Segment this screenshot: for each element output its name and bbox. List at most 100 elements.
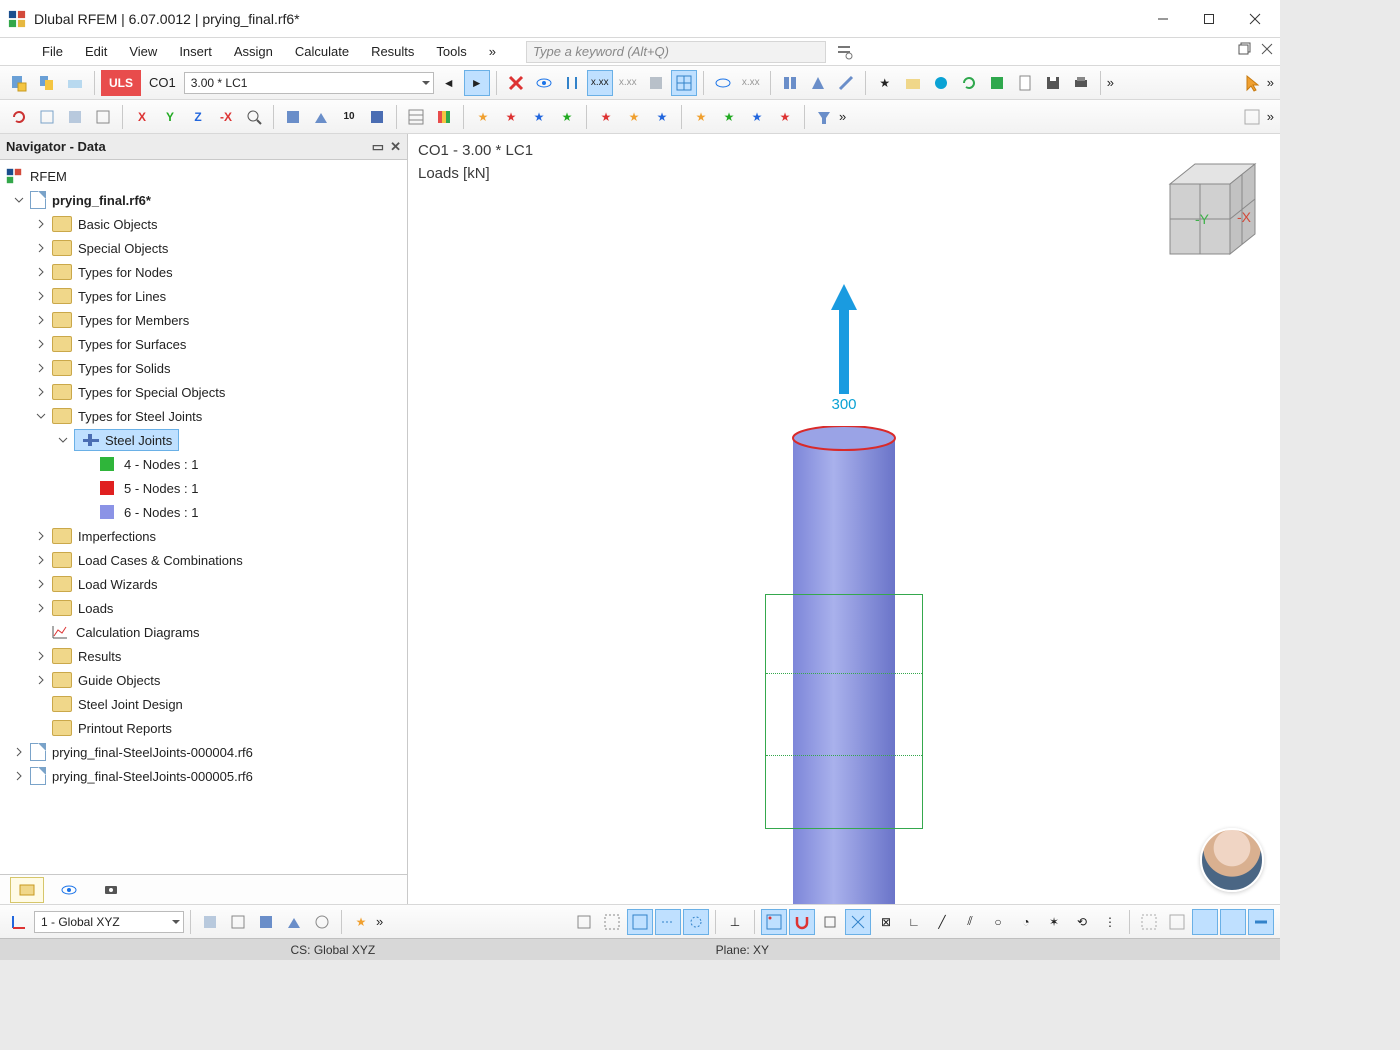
tool-support-button[interactable]: [805, 70, 831, 96]
tb2-section-button[interactable]: [364, 104, 390, 130]
chevron-right-icon[interactable]: [32, 551, 50, 569]
tree-item[interactable]: Imperfections: [2, 524, 405, 548]
tb2-number-button[interactable]: 10: [336, 104, 362, 130]
tool-delete-button[interactable]: [503, 70, 529, 96]
navigator-close-button[interactable]: ✕: [390, 139, 401, 155]
bb-snap-2[interactable]: [599, 909, 625, 935]
tool-folder-button[interactable]: [900, 70, 926, 96]
tree-item[interactable]: Load Cases & Combinations: [2, 548, 405, 572]
tree-item[interactable]: Loads: [2, 596, 405, 620]
tb2-star-b[interactable]: ★: [498, 104, 524, 130]
nav-tab-display[interactable]: [52, 877, 86, 903]
tool-load-value-button[interactable]: x.xx: [587, 70, 613, 96]
bb-opt-5[interactable]: [1248, 909, 1274, 935]
tb2-refresh-button[interactable]: [6, 104, 32, 130]
tool-grid-button[interactable]: [671, 70, 697, 96]
tb2-axis-z-button[interactable]: Z: [185, 104, 211, 130]
tool-val3-button[interactable]: x.xx: [738, 70, 764, 96]
tool-box-button[interactable]: [643, 70, 669, 96]
bb-snap-perp[interactable]: ⊥: [722, 909, 748, 935]
load-combo-selector[interactable]: 3.00 * LC1: [184, 72, 434, 94]
tb2-contour-button[interactable]: [431, 104, 457, 130]
menu-file[interactable]: File: [32, 40, 73, 63]
nav-tab-views[interactable]: [94, 877, 128, 903]
tb2-star-j[interactable]: ★: [744, 104, 770, 130]
minimize-button[interactable]: [1140, 0, 1186, 38]
tool-print-button[interactable]: [1068, 70, 1094, 96]
bb-snap-rect[interactable]: [817, 909, 843, 935]
toolbar-overflow-1b[interactable]: »: [1267, 75, 1274, 90]
menu-calculate[interactable]: Calculate: [285, 40, 359, 63]
search-settings-icon[interactable]: [836, 43, 854, 61]
close-button[interactable]: [1232, 0, 1278, 38]
bb-snap-int[interactable]: ✶: [1041, 909, 1067, 935]
chevron-right-icon[interactable]: [32, 575, 50, 593]
bb-btn-5[interactable]: [309, 909, 335, 935]
chevron-right-icon[interactable]: [32, 527, 50, 545]
menu-results[interactable]: Results: [361, 40, 424, 63]
tree-item[interactable]: Types for Lines: [2, 284, 405, 308]
tb2-filter-button[interactable]: [811, 104, 837, 130]
tree-item[interactable]: Types for Members: [2, 308, 405, 332]
tb2-cube2-button[interactable]: [62, 104, 88, 130]
chevron-right-icon[interactable]: [32, 311, 50, 329]
tool-refresh-button[interactable]: [956, 70, 982, 96]
tool-save-button[interactable]: [1040, 70, 1066, 96]
tree-steel-joints[interactable]: Steel Joints: [2, 428, 405, 452]
menu-assign[interactable]: Assign: [224, 40, 283, 63]
tree-submodel[interactable]: prying_final-SteelJoints-000004.rf6: [2, 740, 405, 764]
bb-snap-cross[interactable]: [845, 909, 871, 935]
chevron-right-icon[interactable]: [32, 287, 50, 305]
menu-edit[interactable]: Edit: [75, 40, 117, 63]
tb2-star-a[interactable]: ★: [470, 104, 496, 130]
tree-item[interactable]: Types for Surfaces: [2, 332, 405, 356]
tree-item[interactable]: Types for Solids: [2, 356, 405, 380]
nav-tab-data[interactable]: [10, 877, 44, 903]
bb-snap-circle[interactable]: ○: [985, 909, 1011, 935]
coord-system-selector[interactable]: 1 - Global XYZ: [34, 911, 184, 933]
tb2-cube3-button[interactable]: [90, 104, 116, 130]
tb2-axis-x-button[interactable]: X: [129, 104, 155, 130]
tb2-star-k[interactable]: ★: [772, 104, 798, 130]
tb2-star-g[interactable]: ★: [649, 104, 675, 130]
bb-opt-1[interactable]: [1136, 909, 1162, 935]
close-doc-icon[interactable]: [1260, 42, 1274, 56]
tree-item[interactable]: Basic Objects: [2, 212, 405, 236]
tb2-render1-button[interactable]: [280, 104, 306, 130]
menu-insert[interactable]: Insert: [169, 40, 222, 63]
bb-snap-1[interactable]: [571, 909, 597, 935]
copy-model-button[interactable]: [34, 70, 60, 96]
bb-snap-parallel[interactable]: ⫽: [957, 909, 983, 935]
tree-item[interactable]: Results: [2, 644, 405, 668]
prev-load-button[interactable]: ◄: [436, 70, 462, 96]
tb2-star-d[interactable]: ★: [554, 104, 580, 130]
chevron-down-icon[interactable]: [32, 407, 50, 425]
bb-btn-2[interactable]: [225, 909, 251, 935]
tree-item[interactable]: Steel Joint Design: [2, 692, 405, 716]
assistant-avatar[interactable]: [1200, 828, 1264, 892]
tree-steel-joint-item[interactable]: 6 - Nodes : 1: [2, 500, 405, 524]
chevron-right-icon[interactable]: [32, 599, 50, 617]
tree-item[interactable]: Types for Nodes: [2, 260, 405, 284]
restore-down-icon[interactable]: [1238, 42, 1252, 56]
tb2-star-f[interactable]: ★: [621, 104, 647, 130]
tool-sheet-button[interactable]: [1012, 70, 1038, 96]
tb2-star-c[interactable]: ★: [526, 104, 552, 130]
chevron-down-icon[interactable]: [54, 431, 72, 449]
tool-load-value2-button[interactable]: x.xx: [615, 70, 641, 96]
bb-cs-button[interactable]: [6, 909, 32, 935]
next-load-button[interactable]: ►: [464, 70, 490, 96]
tb2-star-i[interactable]: ★: [716, 104, 742, 130]
tb2-zoom-button[interactable]: [241, 104, 267, 130]
bb-snap-x2[interactable]: ⊠: [873, 909, 899, 935]
chevron-right-icon[interactable]: [32, 671, 50, 689]
bb-btn-3[interactable]: [253, 909, 279, 935]
menu-overflow[interactable]: »: [479, 40, 506, 63]
bb-snap-4[interactable]: [655, 909, 681, 935]
toolbar-overflow-1[interactable]: »: [1107, 75, 1114, 90]
chevron-right-icon[interactable]: [32, 239, 50, 257]
bb-btn-6[interactable]: ★: [348, 909, 374, 935]
bb-opt-3[interactable]: [1192, 909, 1218, 935]
tree-calc-diagrams[interactable]: Calculation Diagrams: [2, 620, 405, 644]
chevron-right-icon[interactable]: [10, 767, 28, 785]
